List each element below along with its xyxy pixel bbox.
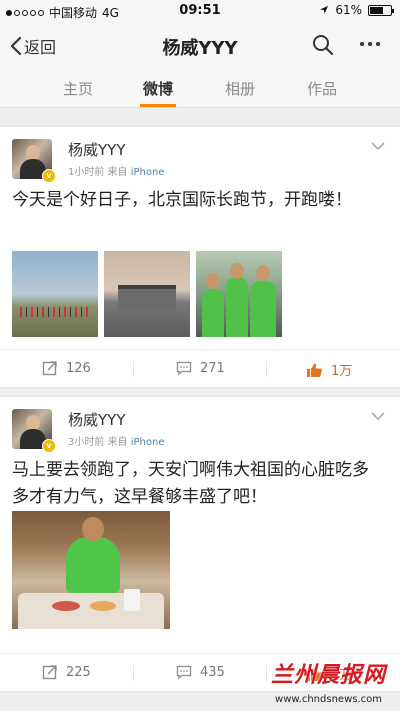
comment-count: 435 <box>200 664 225 680</box>
tab-weibo[interactable]: 微博 <box>128 78 188 107</box>
verified-badge-icon: v <box>42 169 56 183</box>
verified-badge-icon: v <box>42 439 56 453</box>
tab-home[interactable]: 主页 <box>48 78 108 99</box>
divider <box>266 665 267 681</box>
like-icon <box>307 363 322 377</box>
comment-icon <box>176 665 192 680</box>
search-button[interactable] <box>312 34 334 60</box>
repost-icon <box>42 665 57 680</box>
back-label: 返回 <box>24 38 57 57</box>
runner <box>226 277 248 337</box>
post-text: 马上要去领跑了，天安门啊伟大祖国的心脏吃多多才有力气，这早餐够丰盛了吧！ <box>12 460 369 507</box>
post-action-bar: 126 271 1万 <box>0 349 400 387</box>
divider <box>133 665 134 681</box>
battery-icon <box>368 4 394 16</box>
divider <box>266 361 267 377</box>
person-head <box>82 517 104 541</box>
tab-album[interactable]: 相册 <box>210 78 270 99</box>
like-count: 1万 <box>331 364 353 379</box>
more-icon <box>360 42 364 46</box>
repost-button[interactable]: 225 <box>42 664 91 680</box>
plate <box>52 601 80 611</box>
post-source-prefix: 来自 <box>107 167 128 178</box>
more-button[interactable] <box>360 42 380 46</box>
post-meta: 3小时前 来自 iPhone <box>68 433 165 448</box>
post-source[interactable]: iPhone <box>131 167 165 178</box>
post-source[interactable]: iPhone <box>131 437 165 448</box>
divider <box>133 361 134 377</box>
post-time: 3小时前 <box>68 437 105 448</box>
post-card: v 杨威YYY 1小时前 来自 iPhone 今天是个好日子，北京国际长跑节，开… <box>0 126 400 388</box>
battery-percent: 61% <box>335 3 362 17</box>
runner-head <box>206 273 220 289</box>
battery-fill <box>370 6 384 14</box>
repost-button[interactable]: 126 <box>42 360 91 376</box>
cup <box>124 589 140 611</box>
repost-count: 225 <box>66 664 91 680</box>
plate <box>90 601 116 611</box>
runner <box>202 289 224 337</box>
runner <box>250 281 276 337</box>
tab-works[interactable]: 作品 <box>292 78 352 99</box>
post-card: v 杨威YYY 3小时前 来自 iPhone 马上要去领跑了，天安门啊伟大祖国的… <box>0 396 400 692</box>
post-photo-runners[interactable] <box>196 251 282 337</box>
post-source-prefix: 来自 <box>107 437 128 448</box>
back-button[interactable]: 返回 <box>10 34 56 58</box>
news-site-watermark: 兰州晨报网 <box>270 662 386 688</box>
page-title: 杨威YYY <box>162 38 238 59</box>
dropdown-chevron-icon[interactable] <box>370 141 386 151</box>
search-icon <box>313 35 334 56</box>
comment-button[interactable]: 271 <box>176 360 225 376</box>
breakfast-table <box>18 593 164 629</box>
post-meta: 1小时前 来自 iPhone <box>68 163 165 178</box>
top-navigation-bar: 返回 杨威YYY <box>0 22 400 68</box>
status-bar: 中国移动 4G 09:51 61% <box>0 0 400 22</box>
news-site-url: www.chndsnews.com <box>275 694 382 705</box>
person <box>66 537 120 593</box>
post-text: 今天是个好日子，北京国际长跑节，开跑喽！ <box>12 190 352 210</box>
profile-tabs: 主页 微博 相册 作品 <box>0 68 400 108</box>
comment-button[interactable]: 435 <box>176 664 225 680</box>
runner-head <box>256 265 270 281</box>
dropdown-chevron-icon[interactable] <box>370 411 386 421</box>
repost-icon <box>42 361 57 376</box>
comment-icon <box>176 361 192 376</box>
comment-count: 271 <box>200 360 225 376</box>
post-time: 1小时前 <box>68 167 105 178</box>
post-photo-start-gate[interactable] <box>104 251 190 337</box>
post-photo-breakfast[interactable] <box>12 511 170 629</box>
repost-count: 126 <box>66 360 91 376</box>
like-button[interactable]: 1万 <box>306 360 352 379</box>
location-arrow-icon <box>320 6 329 14</box>
back-chevron-icon <box>10 36 22 56</box>
post-username[interactable]: 杨威YYY <box>68 139 126 160</box>
runner-head <box>230 263 244 279</box>
post-photo-tiananmen-square[interactable] <box>12 251 98 337</box>
post-username[interactable]: 杨威YYY <box>68 409 126 430</box>
